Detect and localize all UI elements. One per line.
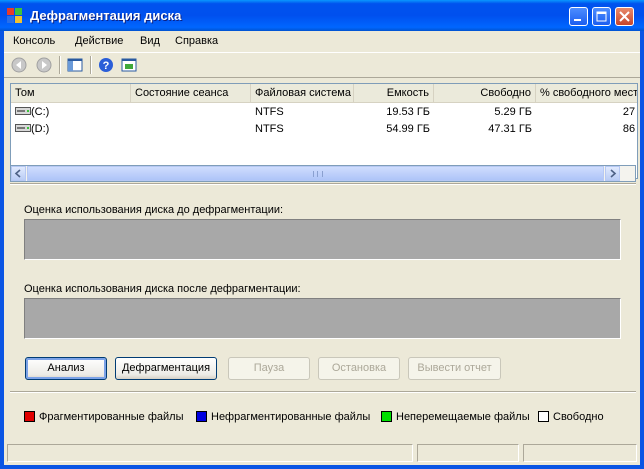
maximize-icon — [596, 11, 607, 22]
show-hide-tree-icon[interactable] — [67, 57, 83, 73]
chevron-left-icon — [14, 169, 21, 178]
pause-button[interactable]: Пауза — [228, 357, 310, 380]
volume-row[interactable]: (C:) NTFS 19.53 ГБ 5.29 ГБ 27 % — [11, 104, 637, 121]
scroll-right-button[interactable] — [605, 166, 620, 181]
legend-unmovable: Неперемещаемые файлы — [381, 411, 530, 423]
volume-row[interactable]: (D:) NTFS 54.99 ГБ 47.31 ГБ 86 % — [11, 121, 637, 138]
legend-free: Свободно — [538, 411, 604, 423]
volume-capacity: 19.53 ГБ — [386, 106, 430, 118]
volume-list-header: Том Состояние сеанса Файловая система Ем… — [11, 84, 637, 103]
window-title: Дефрагментация диска — [30, 8, 182, 23]
scroll-thumb[interactable] — [27, 166, 604, 181]
stop-button[interactable]: Остановка — [318, 357, 400, 380]
legend-free-label: Свободно — [553, 411, 604, 423]
volume-percent-free: 86 % — [622, 123, 637, 135]
volume-percent-free: 27 % — [622, 106, 637, 118]
toolbar-separator — [59, 56, 61, 74]
menu-action[interactable]: Действие — [75, 35, 123, 47]
help-icon[interactable]: ? — [98, 57, 114, 73]
toolbar: ? — [4, 53, 640, 78]
forward-icon[interactable] — [36, 57, 52, 73]
toolbar-separator — [90, 56, 92, 74]
column-free[interactable]: Свободно — [434, 84, 536, 102]
volume-name: (D:) — [31, 123, 50, 135]
fragmented-swatch — [24, 411, 35, 422]
legend-contiguous-label: Нефрагментированные файлы — [211, 411, 371, 423]
status-bar — [4, 441, 640, 465]
menu-view[interactable]: Вид — [140, 35, 160, 47]
list-divider — [10, 183, 636, 185]
minimize-icon — [574, 19, 581, 21]
close-button[interactable] — [615, 7, 634, 26]
scroll-left-button[interactable] — [11, 166, 26, 181]
legend-fragmented-label: Фрагментированные файлы — [39, 411, 184, 423]
status-pane-2 — [417, 444, 519, 462]
legend-unmovable-label: Неперемещаемые файлы — [396, 411, 530, 423]
defrag-app-icon — [7, 8, 22, 23]
volume-status — [131, 121, 251, 138]
after-analysis-label: Оценка использования диска после дефрагм… — [24, 283, 301, 295]
title-bar[interactable]: Дефрагментация диска — [0, 0, 644, 31]
scroll-grip — [313, 171, 323, 177]
menu-help[interactable]: Справка — [175, 35, 218, 47]
volume-fs: NTFS — [255, 106, 284, 118]
menu-console[interactable]: Консоль — [13, 35, 55, 47]
defrag-window: Дефрагментация диска Консоль Действие Ви… — [0, 0, 644, 469]
minimize-button[interactable] — [569, 7, 588, 26]
drive-icon — [15, 107, 31, 115]
status-pane-main — [7, 444, 413, 462]
contiguous-swatch — [196, 411, 207, 422]
column-volume[interactable]: Том — [11, 84, 131, 102]
free-swatch — [538, 411, 549, 422]
column-file-system[interactable]: Файловая система — [251, 84, 354, 102]
svg-text:?: ? — [103, 60, 110, 72]
status-pane-3 — [523, 444, 637, 462]
horizontal-scrollbar[interactable] — [10, 165, 636, 182]
column-session-status[interactable]: Состояние сеанса — [131, 84, 251, 102]
volume-status — [131, 104, 251, 121]
after-analysis-display — [24, 298, 621, 339]
volume-name: (C:) — [31, 106, 50, 118]
before-analysis-label: Оценка использования диска до дефрагмент… — [24, 204, 284, 216]
legend-contiguous: Нефрагментированные файлы — [196, 411, 370, 423]
properties-icon[interactable] — [121, 57, 137, 73]
maximize-button[interactable] — [592, 7, 611, 26]
volume-free: 5.29 ГБ — [494, 106, 532, 118]
analyze-button[interactable]: Анализ — [25, 357, 107, 380]
legend-divider — [10, 391, 636, 393]
view-report-button[interactable]: Вывести отчет — [408, 357, 501, 380]
column-capacity[interactable]: Емкость — [354, 84, 434, 102]
volume-name-cell: (C:) — [11, 104, 131, 121]
defragment-button[interactable]: Дефрагментация — [115, 357, 217, 380]
back-icon[interactable] — [11, 57, 27, 73]
unmovable-swatch — [381, 411, 392, 422]
volume-fs: NTFS — [255, 123, 284, 135]
close-icon — [619, 11, 630, 22]
volume-free: 47.31 ГБ — [488, 123, 532, 135]
legend-fragmented: Фрагментированные файлы — [24, 411, 184, 423]
drive-icon — [15, 124, 31, 132]
column-percent-free[interactable]: % свободного мест — [536, 84, 637, 102]
menu-bar: Консоль Действие Вид Справка — [4, 31, 640, 53]
volume-name-cell: (D:) — [11, 121, 131, 138]
volume-capacity: 54.99 ГБ — [386, 123, 430, 135]
chevron-right-icon — [610, 169, 617, 178]
before-analysis-display — [24, 219, 621, 260]
client-area: Консоль Действие Вид Справка ? Том Состо… — [4, 31, 640, 465]
